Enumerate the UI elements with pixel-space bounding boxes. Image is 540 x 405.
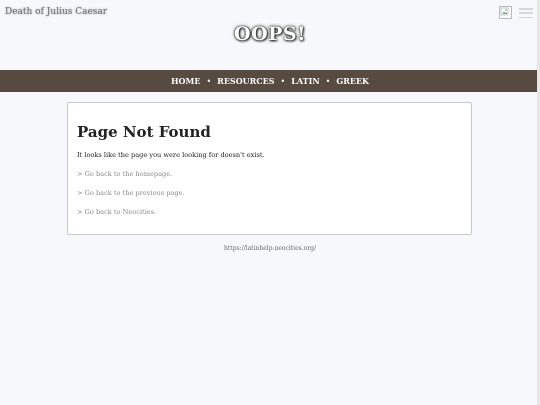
banner-heading: OOPS! xyxy=(234,23,306,45)
page: Death of Julius Caesar OOPS! HOME • RESO… xyxy=(0,0,540,405)
header: Death of Julius Caesar OOPS! xyxy=(0,0,540,70)
hamburger-menu-icon[interactable] xyxy=(519,8,533,19)
error-message: It looks like the page you were looking … xyxy=(77,151,265,159)
nav-link-home[interactable]: HOME xyxy=(171,76,200,86)
page-title: Page Not Found xyxy=(77,123,211,141)
neocities-link[interactable]: > Go back to Neocities. xyxy=(77,208,156,216)
nav-link-latin[interactable]: LATIN xyxy=(291,76,319,86)
previous-page-link[interactable]: > Go back to the previous page. xyxy=(77,189,185,197)
nav-link-greek[interactable]: GREEK xyxy=(336,76,369,86)
footer-url[interactable]: https://latinhelp.neocities.org/ xyxy=(0,245,540,252)
error-card: Page Not Found It looks like the page yo… xyxy=(67,102,472,235)
broken-image-icon xyxy=(499,6,512,19)
nav-separator: • xyxy=(325,76,331,86)
main-navigation: HOME • RESOURCES • LATIN • GREEK xyxy=(0,70,540,92)
nav-separator: • xyxy=(280,76,286,86)
site-title[interactable]: Death of Julius Caesar xyxy=(5,7,107,17)
nav-separator: • xyxy=(206,76,212,86)
homepage-link[interactable]: > Go back to the homepage. xyxy=(77,170,172,178)
nav-link-resources[interactable]: RESOURCES xyxy=(217,76,274,86)
